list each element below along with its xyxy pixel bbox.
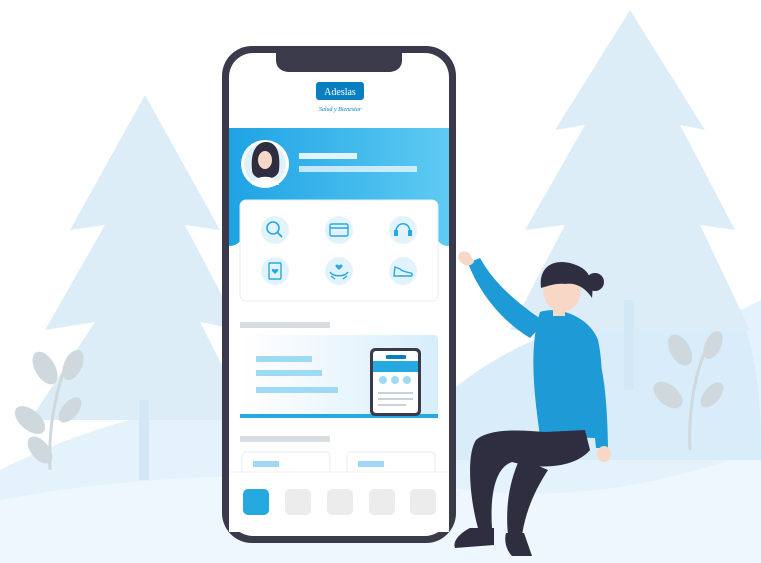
promo-card[interactable] <box>240 335 438 418</box>
quick-action-sneaker[interactable] <box>389 257 417 285</box>
section-title-placeholder <box>240 322 330 328</box>
mini-phone-image <box>370 348 421 416</box>
bottom-nav-tab-1[interactable] <box>243 489 269 515</box>
promo-line-3 <box>256 387 338 393</box>
bottom-nav-tab-4[interactable] <box>369 489 395 515</box>
bottom-nav-tab-2[interactable] <box>285 489 311 515</box>
section-title-placeholder-2 <box>240 436 330 442</box>
bottom-nav-tab-5[interactable] <box>410 489 436 515</box>
bottom-nav-tab-3[interactable] <box>327 489 353 515</box>
brand-logo: Adeslas Salud y Bienestar <box>316 82 364 113</box>
quick-actions-card <box>239 199 439 302</box>
avatar[interactable] <box>241 140 289 188</box>
phone-notch <box>276 53 402 72</box>
promo-line-2 <box>256 370 322 376</box>
brand-logo-name: Adeslas <box>324 87 356 98</box>
profile-subtitle-placeholder <box>299 166 417 172</box>
quick-action-hands-heart[interactable] <box>325 257 353 285</box>
quick-action-health-document[interactable] <box>261 257 289 285</box>
phone-mockup: Adeslas Salud y Bienestar <box>222 46 456 543</box>
brand-logo-tagline: Salud y Bienestar <box>319 107 362 113</box>
quick-action-card[interactable] <box>325 216 353 244</box>
illustration-scene: Adeslas Salud y Bienestar <box>0 10 761 563</box>
quick-action-search[interactable] <box>261 216 289 244</box>
profile-name-placeholder <box>299 153 357 159</box>
quick-action-headset[interactable] <box>389 216 417 244</box>
promo-line-1 <box>256 356 312 362</box>
